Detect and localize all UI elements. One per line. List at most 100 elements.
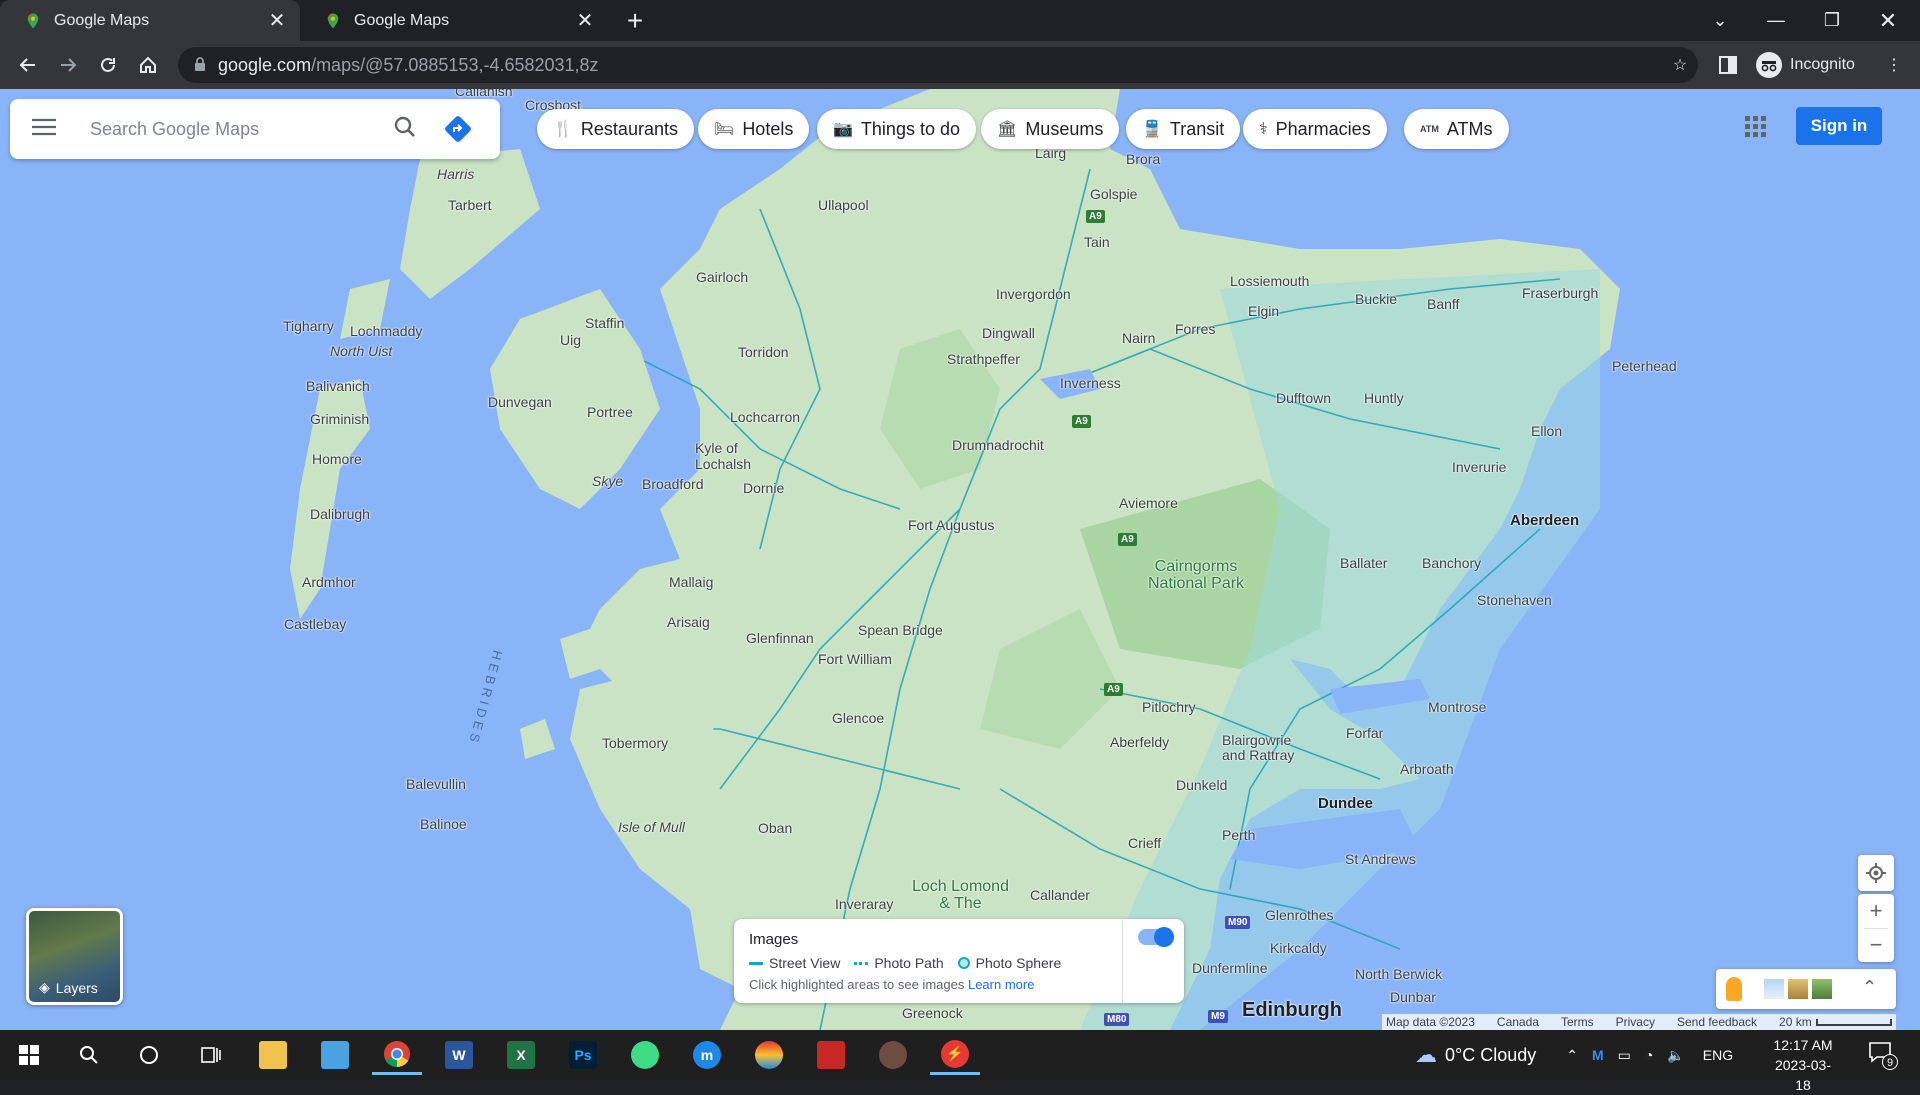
place-label[interactable]: Dornie <box>743 480 784 496</box>
place-label[interactable]: Golspie <box>1090 186 1137 202</box>
media-player-icon[interactable] <box>868 1035 918 1075</box>
chip-atms[interactable]: ATM ATMs <box>1404 109 1509 149</box>
place-label[interactable]: Inveraray <box>835 896 893 912</box>
chip-things-to-do[interactable]: 📷 Things to do <box>817 109 976 149</box>
excel-icon[interactable]: X <box>496 1035 546 1075</box>
search-icon[interactable] <box>64 1035 114 1075</box>
tray-chevron-icon[interactable]: ⌃ <box>1566 1047 1578 1064</box>
place-label[interactable]: North Uist <box>330 343 392 359</box>
place-label[interactable]: Nairn <box>1122 330 1155 346</box>
close-window-button[interactable]: ✕ <box>1860 0 1916 41</box>
search-icon[interactable] <box>394 116 416 143</box>
place-label[interactable]: Glencoe <box>832 710 884 726</box>
place-label[interactable]: Callander <box>1030 887 1090 903</box>
place-label[interactable]: Glenrothes <box>1265 907 1333 923</box>
place-label[interactable]: Invergordon <box>996 286 1071 302</box>
chip-hotels[interactable]: 🛏 Hotels <box>698 109 810 149</box>
tab-google-maps-2[interactable]: Google Maps ✕ <box>302 0 608 41</box>
zoom-out-button[interactable]: − <box>1870 928 1883 962</box>
place-label[interactable]: Fort Augustus <box>908 517 994 533</box>
place-label[interactable]: Dufftown <box>1276 390 1331 406</box>
directions-icon[interactable] <box>444 115 472 143</box>
place-label[interactable]: Spean Bridge <box>858 622 943 638</box>
place-label[interactable]: Skye <box>592 473 623 489</box>
tab-search-chevron-icon[interactable]: ⌄ <box>1692 0 1748 41</box>
place-label[interactable]: Uig <box>560 332 581 348</box>
place-label[interactable]: Gairloch <box>696 269 748 285</box>
learn-more-link[interactable]: Learn more <box>968 977 1034 992</box>
rainbow-app-icon[interactable] <box>744 1035 794 1075</box>
reload-button[interactable] <box>92 49 124 81</box>
place-label[interactable]: Balevullin <box>406 776 466 792</box>
place-label[interactable]: Kyle of Lochalsh <box>695 440 751 472</box>
scale-label[interactable]: 20 km <box>1779 1015 1812 1029</box>
place-label[interactable]: Ardmhor <box>302 574 356 590</box>
place-label[interactable]: Tobermory <box>602 735 668 751</box>
street-view-thumbnail[interactable] <box>1812 979 1832 999</box>
park-label[interactable]: Cairngorms National Park <box>1148 558 1244 592</box>
place-label[interactable]: Glenfinnan <box>746 630 814 646</box>
place-label[interactable]: Aviemore <box>1119 495 1178 511</box>
back-button[interactable] <box>12 49 44 81</box>
place-label[interactable]: Pitlochry <box>1142 699 1196 715</box>
place-label[interactable]: Ullapool <box>818 197 869 213</box>
place-label[interactable]: Crieff <box>1128 835 1161 851</box>
place-label[interactable]: Blairgowrie and Rattray <box>1222 733 1294 763</box>
place-label[interactable]: Banchory <box>1422 555 1481 571</box>
place-label[interactable]: Inverness <box>1060 375 1121 391</box>
control-panel-icon[interactable] <box>310 1035 360 1075</box>
restore-button[interactable]: ❐ <box>1804 0 1860 41</box>
place-label[interactable]: Torridon <box>738 344 789 360</box>
place-label[interactable]: Lochmaddy <box>350 323 422 339</box>
chip-restaurants[interactable]: 🍴 Restaurants <box>537 109 694 149</box>
volume-icon[interactable]: 🔈 <box>1667 1047 1684 1064</box>
place-label[interactable]: Inverurie <box>1452 459 1506 475</box>
mu-app-icon[interactable]: m <box>682 1035 732 1075</box>
place-label[interactable]: North Berwick <box>1355 966 1442 982</box>
forward-button[interactable] <box>52 49 84 81</box>
send-feedback-link[interactable]: Send feedback <box>1677 1015 1757 1029</box>
my-location-button[interactable] <box>1858 855 1894 891</box>
place-label[interactable]: Mallaig <box>669 574 713 590</box>
place-label[interactable]: Stonehaven <box>1477 592 1552 608</box>
hamburger-menu-icon[interactable] <box>32 118 62 141</box>
street-view-thumbnail[interactable] <box>1788 979 1808 999</box>
tray-app-icon[interactable]: M <box>1592 1047 1604 1063</box>
place-label[interactable]: Perth <box>1222 827 1255 843</box>
place-label[interactable]: Elgin <box>1248 303 1279 319</box>
place-label[interactable]: Tain <box>1084 234 1110 250</box>
weather-widget[interactable]: ☁ 0°C Cloudy <box>1415 1042 1536 1068</box>
task-view-icon[interactable] <box>186 1035 236 1075</box>
place-label[interactable]: Fort William <box>818 651 892 667</box>
tab-google-maps-1[interactable]: Google Maps ✕ <box>0 0 300 41</box>
place-label[interactable]: Isle of Mull <box>618 819 685 835</box>
images-toggle-switch[interactable] <box>1138 927 1174 947</box>
place-label[interactable]: Balivanich <box>306 378 370 394</box>
map-canvas[interactable]: Callanish Crosbost Harris Tarbert Lairg … <box>0 89 1920 1030</box>
city-label[interactable]: Aberdeen <box>1510 512 1579 529</box>
place-label[interactable]: Staffin <box>585 315 624 331</box>
place-label[interactable]: Brora <box>1126 151 1160 167</box>
word-icon[interactable]: W <box>434 1035 484 1075</box>
place-label[interactable]: Harris <box>437 166 474 182</box>
more-menu-icon[interactable]: ⋮ <box>1878 49 1910 81</box>
expand-chevron-icon[interactable]: ⌃ <box>1862 977 1877 998</box>
place-label[interactable]: Dunfermline <box>1192 960 1267 976</box>
close-tab-icon[interactable]: ✕ <box>574 10 596 32</box>
chip-pharmacies[interactable]: ⚕ Pharmacies <box>1243 109 1387 149</box>
place-label[interactable]: Broadford <box>642 476 703 492</box>
new-tab-button[interactable]: + <box>620 5 650 36</box>
city-label[interactable]: Dundee <box>1318 795 1373 812</box>
place-label[interactable]: Montrose <box>1428 699 1486 715</box>
place-label[interactable]: Kirkcaldy <box>1270 940 1327 956</box>
place-label[interactable]: Dunkeld <box>1176 777 1227 793</box>
lightning-app-icon[interactable]: ⚡ <box>930 1035 980 1075</box>
place-label[interactable]: Greenock <box>902 1005 963 1021</box>
privacy-link[interactable]: Privacy <box>1616 1015 1655 1029</box>
language-indicator[interactable]: ENG <box>1703 1047 1733 1063</box>
place-label[interactable]: Lochcarron <box>730 409 800 425</box>
address-bar[interactable]: google.com/maps/@57.0885153,-4.6582031,8… <box>178 47 1698 83</box>
minimize-button[interactable]: — <box>1748 0 1804 41</box>
place-label[interactable]: Aberfeldy <box>1110 734 1169 750</box>
street-view-thumbnail[interactable] <box>1764 979 1784 999</box>
